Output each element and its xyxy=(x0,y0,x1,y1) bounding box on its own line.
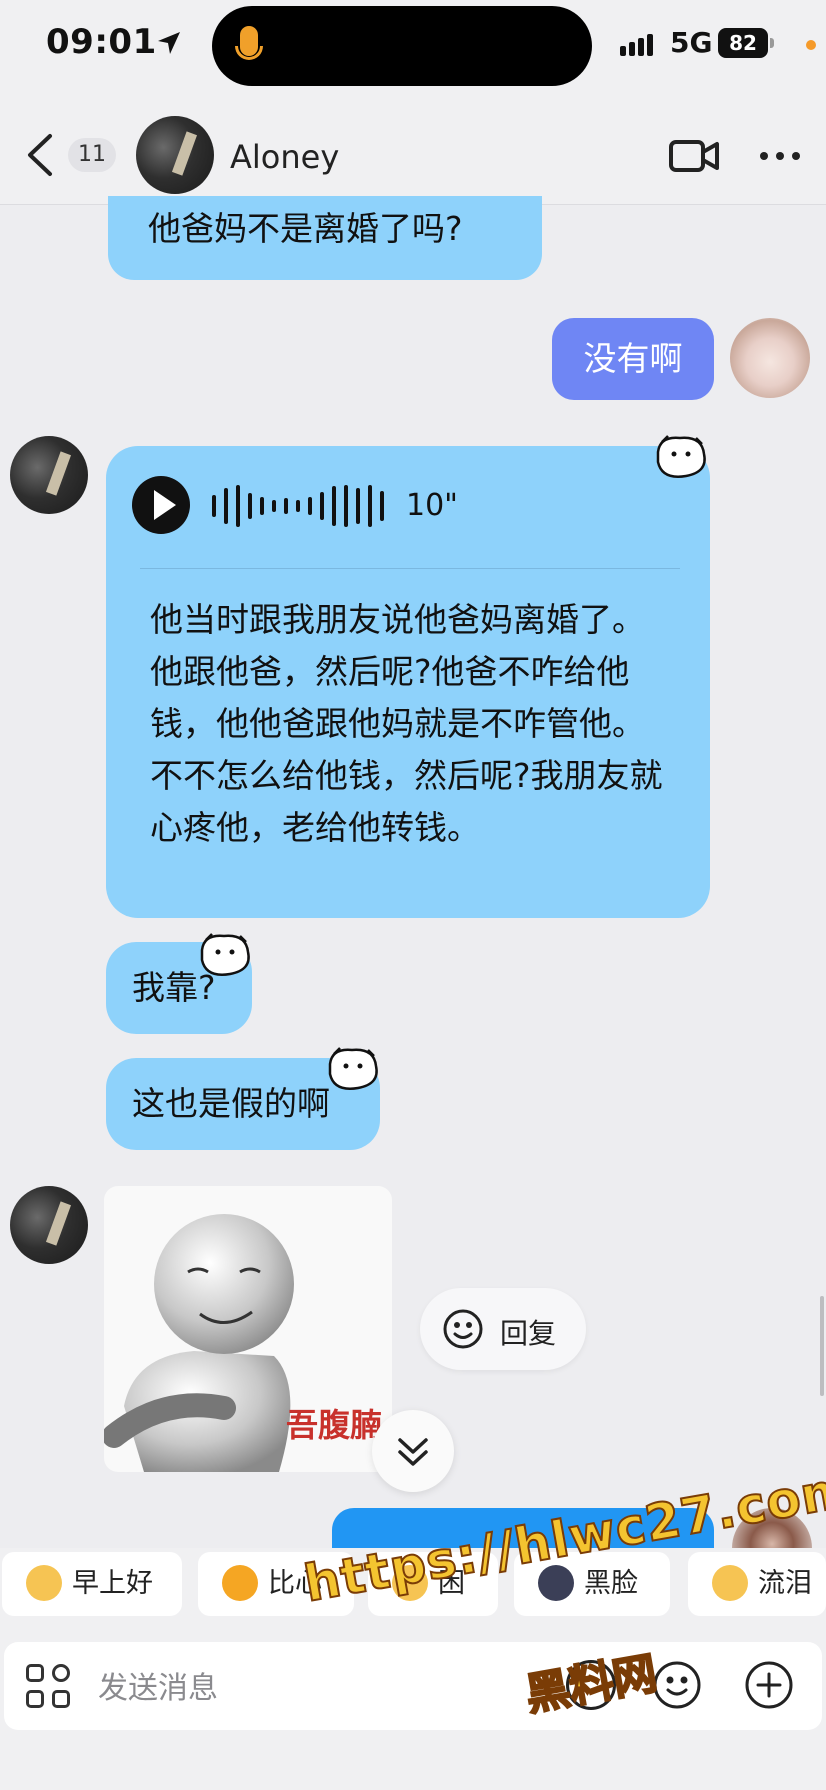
quick-reply-chip[interactable]: 流泪 xyxy=(688,1552,826,1616)
battery-level: 82 xyxy=(718,28,768,58)
apps-grid-icon[interactable] xyxy=(26,1664,72,1710)
message-input[interactable] xyxy=(96,1662,500,1714)
quick-reply-label: 早上好 xyxy=(72,1568,153,1599)
smiley-icon xyxy=(443,1309,483,1349)
message-bubble-outgoing[interactable]: 没有啊 xyxy=(552,318,714,400)
emoji-icon[interactable] xyxy=(652,1660,702,1710)
crying-emoji-icon xyxy=(712,1564,748,1601)
back-arrow-icon[interactable] xyxy=(22,132,62,178)
signal-icon xyxy=(620,30,660,56)
voice-duration: 10" xyxy=(406,488,458,523)
message-text: 这也是假的啊 xyxy=(132,1084,330,1123)
quick-reply-chip[interactable]: 早上好 xyxy=(2,1552,182,1616)
bubble-decoration-sticker-icon xyxy=(328,1047,378,1090)
message-bubble-incoming[interactable]: 他爸妈不是离婚了吗? xyxy=(108,196,542,280)
quick-reply-label: 流泪 xyxy=(758,1568,812,1599)
reply-label: 回复 xyxy=(500,1317,557,1350)
divider xyxy=(140,568,680,569)
privacy-indicator-dot xyxy=(806,40,816,50)
location-arrow-icon xyxy=(158,32,180,54)
contact-avatar[interactable] xyxy=(136,116,214,194)
double-chevron-down-icon xyxy=(398,1438,428,1466)
bubble-decoration-sticker-icon xyxy=(200,933,250,976)
scrollbar-thumb[interactable] xyxy=(820,1296,824,1396)
bubble-decoration-sticker-icon xyxy=(656,435,706,478)
play-icon xyxy=(154,490,176,520)
unread-count-badge[interactable]: 11 xyxy=(68,138,116,172)
plus-icon[interactable] xyxy=(744,1660,794,1710)
network-type: 5G xyxy=(670,26,713,59)
contact-name[interactable]: Aloney xyxy=(230,138,339,176)
sunglasses-emoji-icon xyxy=(26,1564,62,1601)
waveform-icon xyxy=(212,484,384,528)
meme-caption: 吾腹腩 xyxy=(286,1406,383,1444)
message-text: 他爸妈不是离婚了吗? xyxy=(148,209,463,248)
contact-avatar[interactable] xyxy=(10,1186,88,1264)
heart-hands-emoji-icon xyxy=(222,1564,258,1601)
scroll-to-bottom-button[interactable] xyxy=(372,1410,454,1492)
dynamic-island xyxy=(212,6,592,86)
contact-avatar[interactable] xyxy=(10,436,88,514)
message-text: 没有啊 xyxy=(583,339,683,378)
quick-reply-label: 黑脸 xyxy=(584,1568,638,1599)
self-avatar[interactable] xyxy=(730,318,810,398)
more-options-icon[interactable] xyxy=(758,150,802,162)
battery-tip-icon xyxy=(770,38,774,48)
status-time: 09:01 xyxy=(46,22,157,62)
video-call-icon[interactable] xyxy=(668,136,720,176)
voice-transcript: 他当时跟我朋友说他爸妈离婚了。他跟他爸，然后呢?他爸不咋给他钱，他他爸跟他妈就是… xyxy=(150,600,663,847)
